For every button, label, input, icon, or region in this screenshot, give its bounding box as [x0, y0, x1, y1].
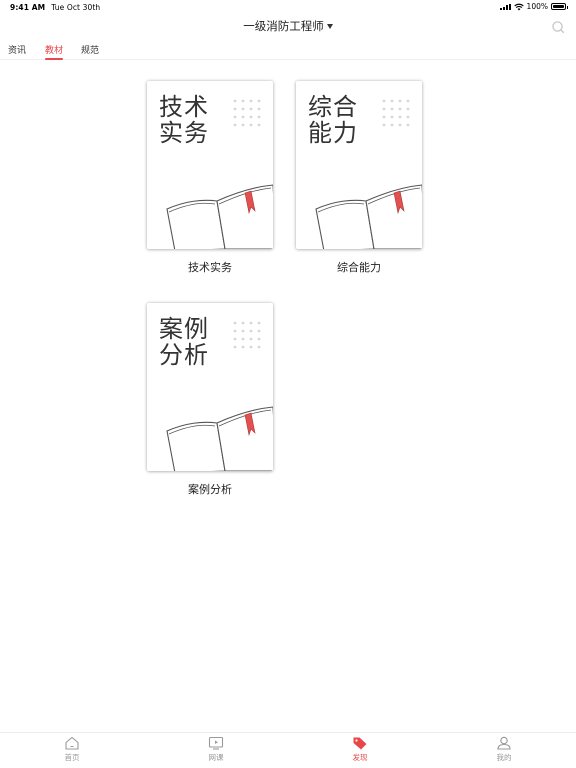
cover-title: 技术 实务: [159, 93, 209, 147]
book-card[interactable]: 技术 实务 技术实务: [147, 81, 275, 275]
tv-icon[interactable]: [208, 736, 224, 750]
bottom-tab-bar: 首页 网课 发现 我的: [0, 732, 576, 768]
home-icon[interactable]: [64, 736, 80, 750]
status-time: 9:41 AM Tue Oct 30th: [10, 3, 100, 12]
signal-icon: [499, 3, 511, 10]
header-title[interactable]: 一级消防工程师: [243, 19, 324, 33]
tabbar-item-discover[interactable]: 发现: [330, 736, 390, 763]
book-title[interactable]: 综合能力: [296, 259, 422, 275]
tag-icon[interactable]: [352, 736, 368, 750]
status-bar: 9:41 AM Tue Oct 30th 100%: [0, 0, 576, 14]
tabbar-item-courses[interactable]: 网课: [186, 736, 246, 763]
header-title-dropdown[interactable]: 一级消防工程师: [0, 18, 576, 34]
wifi-icon: [513, 3, 524, 11]
user-icon[interactable]: [496, 736, 512, 750]
dot-grid-icon: [233, 99, 261, 127]
open-book-icon: [315, 184, 422, 249]
tab-textbooks[interactable]: 教材: [45, 43, 64, 60]
book-card[interactable]: 综合 能力 综合能力: [296, 81, 424, 275]
book-cover[interactable]: 案例 分析: [147, 303, 273, 471]
book-card[interactable]: 案例 分析 案例分析: [147, 303, 275, 497]
open-book-icon: [166, 406, 273, 471]
tab-news[interactable]: 资讯: [8, 43, 26, 60]
status-time-text: 9:41 AM: [10, 3, 46, 12]
cover-title: 案例 分析: [159, 315, 209, 369]
tabbar-item-profile[interactable]: 我的: [474, 736, 534, 763]
book-cover[interactable]: 技术 实务: [147, 81, 273, 249]
dot-grid-icon: [382, 99, 410, 127]
book-title[interactable]: 案例分析: [147, 481, 273, 497]
dot-grid-icon: [233, 321, 261, 349]
tabbar-label[interactable]: 网课: [209, 753, 224, 762]
header: 一级消防工程师: [0, 14, 576, 40]
status-date: Tue Oct 30th: [51, 3, 101, 12]
battery-icon: [551, 3, 568, 10]
status-indicators: 100%: [499, 2, 568, 11]
tabbar-label[interactable]: 首页: [65, 753, 80, 762]
tabbar-item-home[interactable]: 首页: [42, 736, 102, 763]
tabbar-label[interactable]: 发现: [353, 753, 368, 762]
tab-standards[interactable]: 规范: [81, 43, 99, 60]
book-cover[interactable]: 综合 能力: [296, 81, 422, 249]
cover-title: 综合 能力: [308, 93, 358, 147]
open-book-icon: [166, 184, 273, 249]
battery-percent: 100%: [526, 2, 548, 11]
search-icon[interactable]: [551, 19, 565, 34]
book-title[interactable]: 技术实务: [147, 259, 273, 275]
tabbar-label[interactable]: 我的: [497, 753, 512, 762]
tab-bar: 资讯 教材 规范: [0, 40, 576, 60]
caret-down-icon[interactable]: [326, 24, 333, 29]
